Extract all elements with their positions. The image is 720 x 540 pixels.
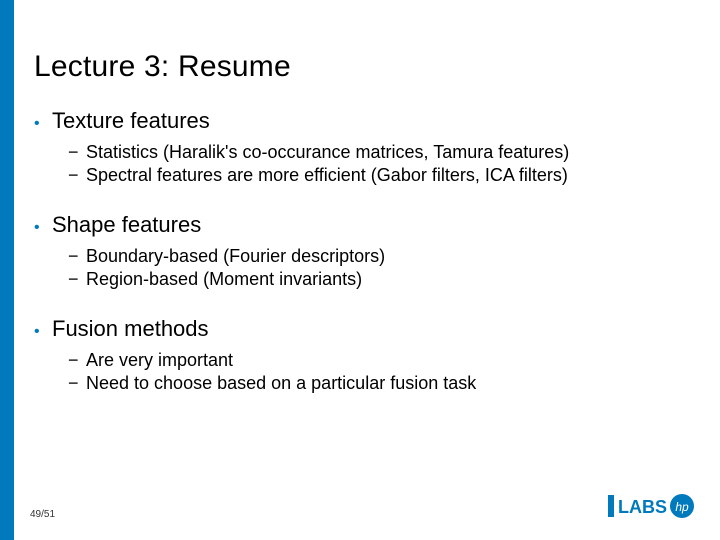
bullet-icon: • [34, 324, 52, 340]
slide-title: Lecture 3: Resume [34, 50, 690, 84]
dash-icon: − [68, 246, 86, 267]
sub-item-text: Statistics (Haralik's co-occurance matri… [86, 142, 569, 163]
dash-icon: − [68, 373, 86, 394]
list-item: • Fusion methods −Are very important −Ne… [34, 316, 690, 394]
sub-list-item: −Statistics (Haralik's co-occurance matr… [68, 142, 690, 163]
labs-hp-logo: LABS hp [608, 491, 696, 526]
list-item-label: Fusion methods [52, 316, 209, 342]
logo-brand: hp [675, 500, 689, 514]
dash-icon: − [68, 269, 86, 290]
sub-item-text: Boundary-based (Fourier descriptors) [86, 246, 385, 267]
sub-list-item: −Are very important [68, 350, 690, 371]
sub-list: −Statistics (Haralik's co-occurance matr… [68, 142, 690, 186]
sub-list: −Are very important −Need to choose base… [68, 350, 690, 394]
dash-icon: − [68, 165, 86, 186]
list-item-label: Shape features [52, 212, 201, 238]
page-number: 49/51 [30, 509, 55, 520]
sub-item-text: Are very important [86, 350, 233, 371]
accent-sidebar [0, 0, 14, 540]
slide: Lecture 3: Resume • Texture features −St… [0, 0, 720, 540]
list-item: • Shape features −Boundary-based (Fourie… [34, 212, 690, 290]
sub-list-item: −Region-based (Moment invariants) [68, 269, 690, 290]
sub-item-text: Spectral features are more efficient (Ga… [86, 165, 568, 186]
dash-icon: − [68, 142, 86, 163]
sub-list-item: −Boundary-based (Fourier descriptors) [68, 246, 690, 267]
bullet-list: • Texture features −Statistics (Haralik'… [34, 108, 690, 394]
sub-item-text: Need to choose based on a particular fus… [86, 373, 476, 394]
sub-list: −Boundary-based (Fourier descriptors) −R… [68, 246, 690, 290]
dash-icon: − [68, 350, 86, 371]
sub-list-item: −Spectral features are more efficient (G… [68, 165, 690, 186]
slide-content: Lecture 3: Resume • Texture features −St… [34, 50, 690, 420]
list-item: • Texture features −Statistics (Haralik'… [34, 108, 690, 186]
list-item-label: Texture features [52, 108, 210, 134]
bullet-icon: • [34, 116, 52, 132]
logo-text: LABS [618, 497, 667, 517]
sub-list-item: −Need to choose based on a particular fu… [68, 373, 690, 394]
bullet-icon: • [34, 220, 52, 236]
sub-item-text: Region-based (Moment invariants) [86, 269, 362, 290]
